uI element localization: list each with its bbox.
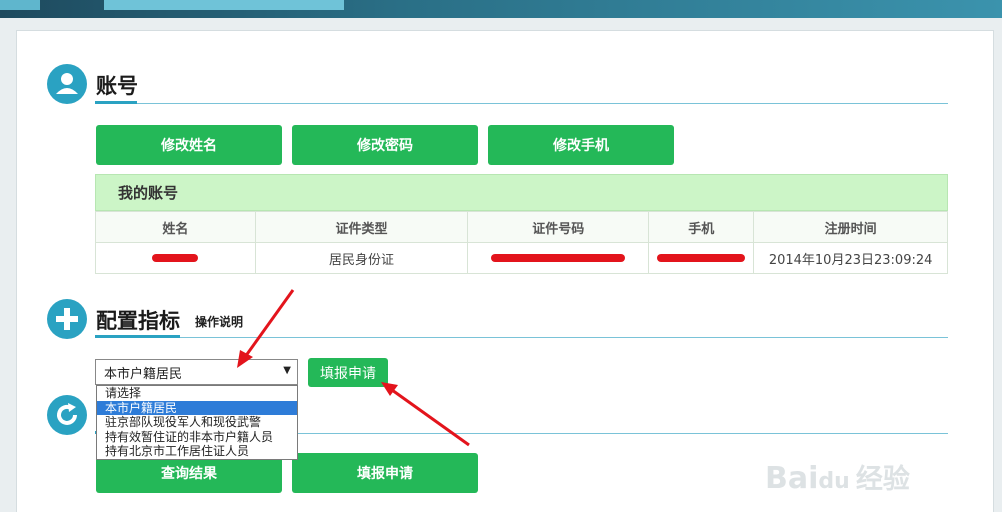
watermark-paw: du xyxy=(818,469,850,494)
watermark-text: 经验 xyxy=(855,464,910,495)
annotation-arrow xyxy=(381,382,470,447)
baidu-watermark: Baidu 经验 xyxy=(765,457,910,496)
annotation-layer xyxy=(237,289,470,447)
annotation-arrow xyxy=(237,289,295,368)
watermark-text: Bai xyxy=(765,461,819,496)
